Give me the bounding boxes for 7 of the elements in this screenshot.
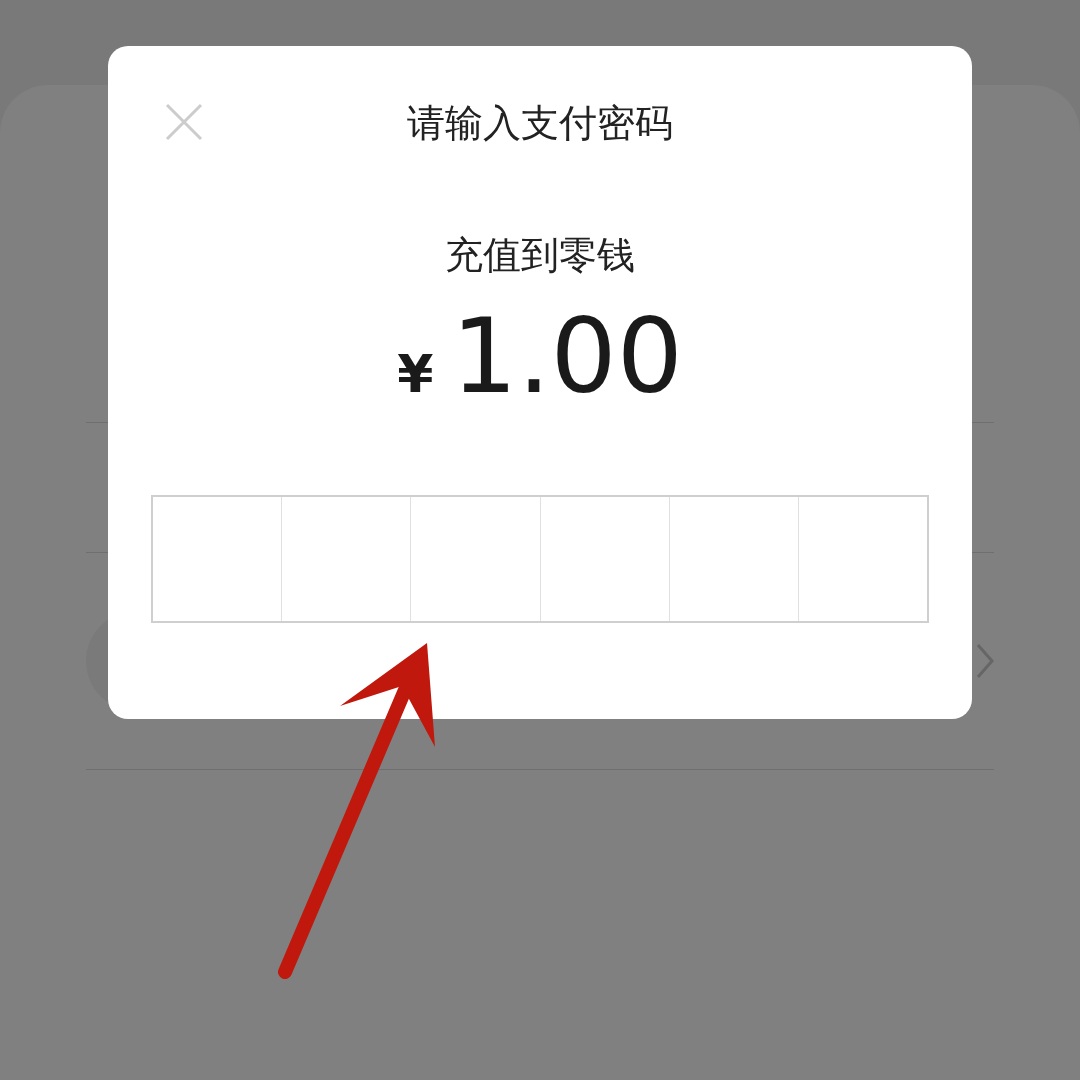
close-icon[interactable] — [165, 103, 203, 141]
dialog-title: 请输入支付密码 — [407, 100, 673, 147]
password-field[interactable] — [151, 494, 929, 623]
payment-amount: 1.00 — [451, 294, 683, 419]
payment-purpose: 充值到零钱 — [445, 232, 635, 279]
chevron-right-icon — [976, 643, 994, 679]
currency-symbol: ¥ — [397, 344, 434, 404]
